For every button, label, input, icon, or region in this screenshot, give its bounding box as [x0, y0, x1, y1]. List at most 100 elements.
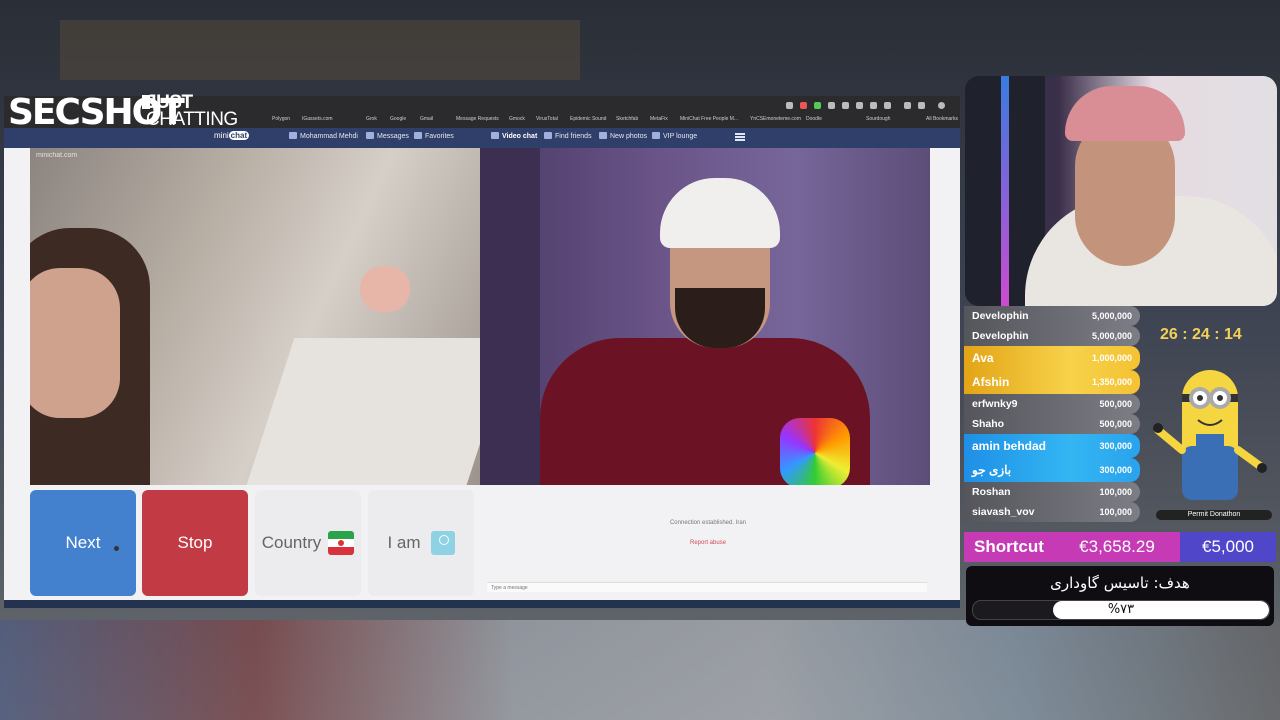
stream-category-logo: JUST CHATTING [142, 93, 266, 130]
shortcut-amount: €3,658.29 [1054, 532, 1180, 562]
bookmark[interactable]: IGassets.com [302, 116, 333, 122]
donor-amount: 1,350,000 [1091, 377, 1132, 387]
connection-status: Connection established. Iran [669, 520, 747, 526]
donor-name: Develophin [972, 330, 1029, 342]
bookmark[interactable]: Polygon [272, 116, 290, 122]
gender-selector[interactable]: I am [368, 490, 474, 596]
bookmark[interactable]: Epidemic Sound [570, 116, 606, 122]
stop-button[interactable]: Stop [142, 490, 248, 596]
donor-amount: 500,000 [1099, 419, 1132, 429]
shortcut-label: Shortcut [964, 532, 1054, 562]
donor-row: amin behdad 300,000 [964, 434, 1140, 458]
extension-icon[interactable] [870, 102, 877, 109]
video-background [245, 338, 480, 485]
donor-amount: 100,000 [1099, 487, 1132, 497]
donor-name: Afshin [972, 375, 1010, 389]
extension-icon[interactable] [828, 102, 835, 109]
profile-icon[interactable] [938, 102, 945, 109]
background-blur-bottom [0, 620, 1280, 720]
report-abuse-link[interactable]: Report abuse [483, 540, 933, 546]
donor-name: Roshan [972, 486, 1011, 498]
donor-row: siavash_vov 100,000 [964, 502, 1140, 522]
user-avatar-icon [430, 531, 455, 555]
nav-vip-lounge[interactable]: VIP lounge [652, 132, 697, 140]
plush-toy [360, 266, 410, 312]
donor-name: erfwnky9 [972, 398, 1018, 410]
next-button[interactable]: Next [30, 490, 136, 596]
stop-button-label: Stop [177, 533, 213, 552]
mouse-cursor [114, 546, 119, 551]
extension-icon[interactable] [786, 102, 793, 109]
nav-user-profile[interactable]: Mohammad Mehdi [289, 132, 358, 140]
chat-message-input[interactable] [487, 582, 927, 592]
next-button-label: Next [65, 533, 101, 552]
extension-icon[interactable] [842, 102, 849, 109]
user-icon [289, 132, 297, 139]
donor-name: siavash_vov [972, 506, 1035, 518]
nav-favorites[interactable]: Favorites [414, 132, 454, 140]
bookmark[interactable]: Message Requests [456, 116, 499, 122]
nav-video-chat-label: Video chat [502, 133, 538, 140]
video-chat-icon [491, 132, 499, 139]
donor-amount: 500,000 [1099, 399, 1132, 409]
minion-mascot [1153, 370, 1267, 500]
streamer-webcam [965, 76, 1277, 306]
person-cap [1065, 86, 1185, 141]
bookmark[interactable]: Gmail [420, 116, 433, 122]
browser-window: Polygon IGassets.com Grok Google Gmail M… [4, 96, 960, 608]
bookmark[interactable]: MiniChat Free People M... [680, 116, 738, 122]
donor-row: Roshan 100,000 [964, 482, 1140, 502]
countdown-timer: 26 : 24 : 14 [1160, 326, 1242, 343]
country-selector[interactable]: Country [255, 490, 361, 596]
extension-icon[interactable] [814, 102, 821, 109]
nav-find-friends[interactable]: Find friends [544, 132, 592, 140]
donor-row: Afshin 1,350,000 [964, 370, 1140, 394]
video-background [480, 148, 540, 485]
favorites-icon [414, 132, 422, 139]
bookmark[interactable]: Doodle [806, 116, 822, 122]
bookmark[interactable]: Sketchfab [616, 116, 638, 122]
extension-icon[interactable] [918, 102, 925, 109]
background-blur-top [60, 20, 580, 80]
bookmark[interactable]: MetaFix [650, 116, 668, 122]
donor-row: بازی جو 300,000 [964, 458, 1140, 482]
site-logo-pre: mini [214, 131, 229, 140]
donor-name: Develophin [972, 310, 1029, 322]
bookmark[interactable]: Sourdough [866, 116, 890, 122]
self-video [480, 148, 930, 485]
site-logo: mini chat [214, 131, 250, 140]
nav-video-chat[interactable]: Video chat [491, 132, 537, 140]
bookmark[interactable]: YnCSEmoneteme.com [750, 116, 801, 122]
bookmark[interactable]: All Bookmarks [926, 116, 958, 122]
nav-find-friends-label: Find friends [555, 133, 592, 140]
donor-leaderboard: Develophin 5,000,000 Develophin 5,000,000 Av… [964, 306, 1140, 522]
donor-amount: 300,000 [1099, 441, 1132, 451]
donor-name: Shaho [972, 418, 1005, 430]
os-taskbar [4, 600, 960, 608]
nav-user-label: Mohammad Mehdi [300, 133, 358, 140]
site-logo-post: chat [228, 131, 250, 140]
bookmark[interactable]: Gmock [509, 116, 525, 122]
donor-amount: 5,000,000 [1091, 331, 1132, 341]
country-selector-label: Country [261, 533, 322, 552]
menu-icon[interactable] [735, 133, 745, 141]
bookmark[interactable]: VirusTotal [536, 116, 558, 122]
vip-icon [652, 132, 660, 139]
donor-row: erfwnky9 500,000 [964, 394, 1140, 414]
extension-icon[interactable] [884, 102, 891, 109]
nav-messages-label: Messages [377, 133, 409, 140]
category-line-2: CHATTING [146, 109, 238, 130]
donor-name: Ava [972, 351, 994, 365]
nav-new-photos[interactable]: New photos [599, 132, 647, 140]
bookmark[interactable]: Google [390, 116, 406, 122]
extension-icon[interactable] [800, 102, 807, 109]
bookmark[interactable]: Grok [366, 116, 377, 122]
nav-messages[interactable]: Messages [366, 132, 409, 140]
goal-progress-bar: %۷۳ [972, 600, 1270, 620]
extension-icon[interactable] [856, 102, 863, 109]
nav-new-photos-label: New photos [610, 133, 647, 140]
donor-amount: 1,000,000 [1091, 353, 1132, 363]
shortcut-donation-bar: Shortcut €3,658.29 €5,000 [964, 532, 1276, 562]
donor-row: Develophin 5,000,000 [964, 306, 1140, 326]
extension-icon[interactable] [904, 102, 911, 109]
